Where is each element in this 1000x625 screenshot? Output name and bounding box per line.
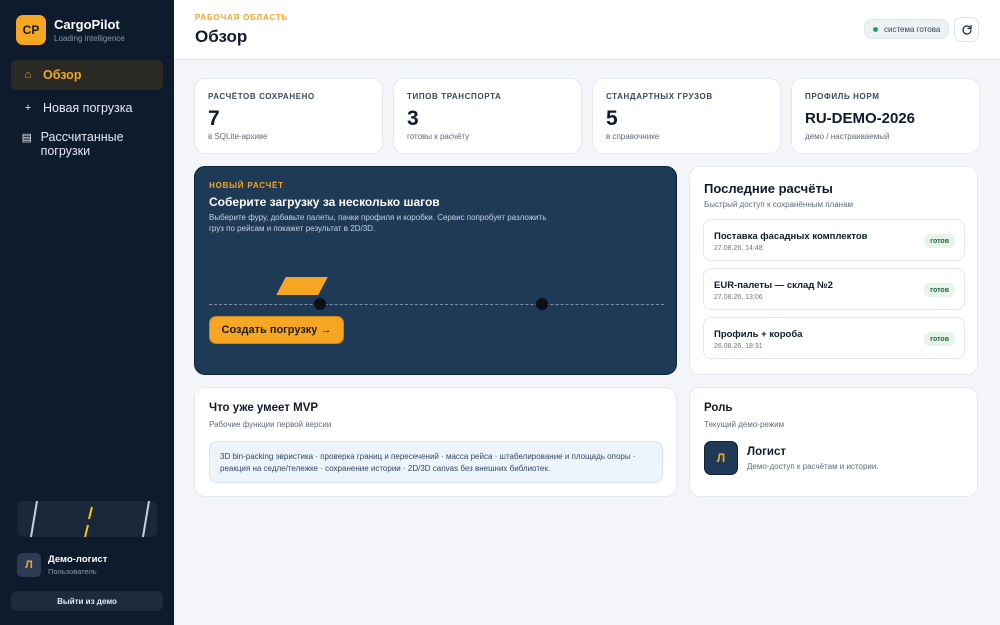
status-badge: система готова [864, 19, 950, 39]
workspace-eyebrow: РАБОЧАЯ ОБЛАСТЬ [195, 13, 288, 22]
recent-item-date: 26.08.26, 18:31 [714, 343, 763, 350]
status-badge: готов [924, 234, 955, 248]
user-role: Пользователь [48, 567, 97, 576]
mvp-subtitle: Рабочие функции первой версии [209, 420, 332, 429]
role-subtitle: Текущий демо-режим [704, 420, 785, 429]
sidebar-item-overview[interactable]: ⌂ Обзор [11, 60, 163, 90]
brand-name: CargoPilot [54, 17, 120, 32]
sidebar-item-label: Обзор [43, 68, 82, 82]
recent-item-title: Поставка фасадных комплектов [714, 231, 868, 242]
page-header: РАБОЧАЯ ОБЛАСТЬ Обзор система готова [174, 0, 1000, 60]
status-text: система готова [884, 24, 941, 34]
stat-label: РАСЧЁТОВ СОХРАНЕНО [208, 92, 315, 101]
sidebar-item-new-load[interactable]: + Новая погрузка [11, 93, 163, 123]
stat-label: ТИПОВ ТРАНСПОРТА [407, 92, 502, 101]
status-badge: готов [924, 332, 955, 346]
mvp-features-list: 3D bin-packing эвристика · проверка гран… [209, 441, 663, 483]
cargo-parcel-icon [276, 277, 328, 295]
role-panel: Роль Текущий демо-режим Л Логист Демо-до… [689, 387, 978, 497]
hero-eyebrow: НОВЫЙ РАСЧЁТ [209, 181, 284, 190]
home-icon: ⌂ [24, 69, 32, 81]
new-calculation-hero: НОВЫЙ РАСЧЁТ Соберите загрузку за нескол… [194, 166, 677, 375]
stat-value: 5 [606, 107, 618, 130]
recent-item-title: EUR-палеты — склад №2 [714, 280, 833, 291]
wheel-icon [536, 298, 548, 310]
refresh-icon [961, 24, 972, 35]
recent-item-date: 27.08.26, 13:06 [714, 294, 763, 301]
stat-card-calculations: РАСЧЁТОВ СОХРАНЕНО 7 в SQLite-архиве [194, 78, 383, 154]
mvp-features-panel: Что уже умеет MVP Рабочие функции первой… [194, 387, 677, 497]
recent-calculations-panel: Последние расчёты Быстрый доступ к сохра… [689, 166, 978, 375]
list-item[interactable]: Поставка фасадных комплектов 27.08.26, 1… [703, 219, 965, 261]
stat-sub: демо / настраиваемый [805, 132, 890, 141]
avatar: Л [704, 441, 738, 475]
recent-subtitle: Быстрый доступ к сохранённым планам [704, 200, 854, 209]
stat-sub: в SQLite-архиве [208, 132, 268, 141]
create-load-button[interactable]: Создать погрузку → [209, 316, 344, 344]
sidebar-item-label: Новая погрузка [43, 101, 133, 115]
stat-sub: готовы к расчёту [407, 132, 470, 141]
stat-card-standard-cargo: СТАНДАРТНЫХ ГРУЗОВ 5 в справочнике [592, 78, 781, 154]
role-title: Роль [704, 402, 733, 414]
hero-title: Соберите загрузку за несколько шагов [209, 195, 440, 209]
stat-value: 7 [208, 107, 220, 130]
sidebar-item-label: Рассчитанные погрузки [40, 130, 124, 158]
status-dot-icon [873, 26, 878, 32]
avatar: Л [17, 553, 41, 577]
stat-label: СТАНДАРТНЫХ ГРУЗОВ [606, 92, 713, 101]
wheel-icon [314, 298, 326, 310]
stat-sub: в справочнике [606, 132, 660, 141]
sidebar: CP CargoPilot Loading intelligence ⌂ Обз… [0, 0, 174, 625]
list-item[interactable]: EUR-палеты — склад №2 27.08.26, 13:06 го… [703, 268, 965, 310]
refresh-button[interactable] [954, 17, 979, 42]
stat-value: RU-DEMO-2026 [805, 110, 916, 127]
sidebar-nav: ⌂ Обзор + Новая погрузка ▤ Рассчитанные … [11, 60, 163, 166]
road-lines [30, 501, 150, 537]
stat-card-norms-profile: ПРОФИЛЬ НОРМ RU-DEMO-2026 демо / настраи… [791, 78, 980, 154]
brand-logo: CP [16, 15, 46, 45]
stat-label: ПРОФИЛЬ НОРМ [805, 92, 880, 101]
role-description: Демо-доступ к расчётам и истории. [747, 462, 879, 471]
list-icon: ▤ [21, 132, 32, 144]
page-title: Обзор [195, 27, 248, 46]
road-illustration [17, 501, 157, 537]
stat-value: 3 [407, 107, 419, 130]
logout-button[interactable]: Выйти из демо [11, 591, 163, 611]
plus-icon: + [24, 102, 32, 114]
hero-track-line [209, 304, 664, 305]
user-card: Л Демо-логист Пользователь [17, 553, 107, 577]
sidebar-item-calculated-loads[interactable]: ▤ Рассчитанные погрузки [11, 126, 163, 166]
list-item[interactable]: Профиль + короба 26.08.26, 18:31 готов [703, 317, 965, 359]
recent-item-date: 27.08.26, 14:48 [714, 245, 763, 252]
brand-tagline: Loading intelligence [54, 34, 125, 43]
stat-card-transport-types: ТИПОВ ТРАНСПОРТА 3 готовы к расчёту [393, 78, 582, 154]
user-name: Демо-логист [48, 554, 108, 565]
brand[interactable]: CP CargoPilot Loading intelligence [16, 15, 125, 45]
recent-title: Последние расчёты [704, 181, 833, 196]
role-name: Логист [747, 446, 786, 458]
status-badge: готов [924, 283, 955, 297]
mvp-title: Что уже умеет MVP [209, 402, 319, 414]
recent-item-title: Профиль + короба [714, 329, 803, 340]
hero-description: Выберите фуру, добавьте палеты, пачки пр… [209, 213, 547, 233]
